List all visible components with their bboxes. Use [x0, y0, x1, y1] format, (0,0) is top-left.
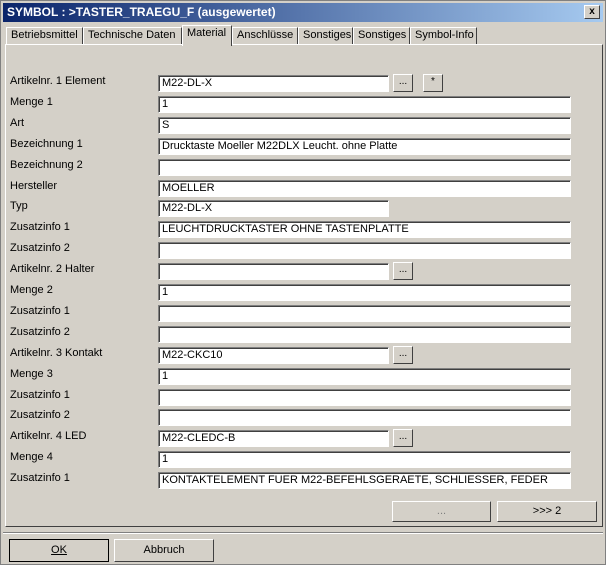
field-input[interactable]: Drucktaste Moeller M22DLX Leucht. ohne P…	[158, 138, 571, 155]
field-input[interactable]: MOELLER	[158, 180, 571, 197]
tab-sonstiges-1[interactable]: Sonstiges	[298, 27, 353, 44]
field-input[interactable]	[158, 159, 571, 176]
next-page-button[interactable]: >>> 2	[497, 501, 597, 522]
tab-sonstiges-2[interactable]: Sonstiges	[353, 27, 410, 44]
clear-button[interactable]: *	[423, 74, 443, 92]
field-input[interactable]: 1	[158, 96, 571, 113]
field-input[interactable]	[158, 326, 571, 343]
field-input[interactable]: S	[158, 117, 571, 134]
browse-button[interactable]: ...	[393, 346, 413, 364]
tab-symbol-info[interactable]: Symbol-Info	[410, 27, 477, 44]
tab-strip: Betriebsmittel Technische Daten Material…	[6, 25, 602, 46]
field-input[interactable]	[158, 305, 571, 322]
field-label: Art	[10, 117, 25, 129]
field-label: Zusatzinfo 1	[10, 305, 70, 317]
browse-button[interactable]: ...	[393, 262, 413, 280]
field-label: Zusatzinfo 2	[10, 409, 70, 421]
field-label: Typ	[10, 200, 28, 212]
field-label: Menge 1	[10, 96, 53, 108]
browse-button[interactable]: ...	[393, 74, 413, 92]
field-label: Artikelnr. 1 Element	[10, 75, 106, 87]
ok-button[interactable]: OK	[9, 539, 109, 562]
field-label: Zusatzinfo 2	[10, 326, 70, 338]
ok-button-label: OK	[51, 544, 67, 556]
field-label: Hersteller	[10, 180, 58, 192]
field-input[interactable]: 1	[158, 368, 571, 385]
field-input[interactable]	[158, 409, 571, 426]
field-input[interactable]: LEUCHTDRUCKTASTER OHNE TASTENPLATTE	[158, 221, 571, 238]
browse-button[interactable]: ...	[393, 429, 413, 447]
field-label: Zusatzinfo 1	[10, 472, 70, 484]
title-bar: SYMBOL : >TASTER_TRAEGU_F (ausgewertet) …	[3, 3, 603, 22]
field-label: Zusatzinfo 1	[10, 221, 70, 233]
field-label: Artikelnr. 2 Halter	[10, 263, 95, 275]
field-input[interactable]	[158, 263, 389, 280]
field-label: Menge 2	[10, 284, 53, 296]
field-input[interactable]: KONTAKTELEMENT FUER M22-BEFEHLSGERAETE, …	[158, 472, 571, 489]
field-input[interactable]: 1	[158, 451, 571, 468]
field-input[interactable]	[158, 389, 571, 406]
field-label: Bezeichnung 1	[10, 138, 83, 150]
field-label: Bezeichnung 2	[10, 159, 83, 171]
footer-divider	[3, 532, 603, 534]
field-label: Artikelnr. 4 LED	[10, 430, 87, 442]
close-button[interactable]: x	[584, 5, 600, 19]
field-input[interactable]	[158, 242, 571, 259]
tab-technische-daten[interactable]: Technische Daten	[83, 27, 182, 44]
field-input[interactable]: M22-DL-X	[158, 200, 389, 217]
dialog-window: SYMBOL : >TASTER_TRAEGU_F (ausgewertet) …	[0, 0, 606, 565]
cancel-button[interactable]: Abbruch	[114, 539, 214, 562]
field-input[interactable]: M22-CLEDC-B	[158, 430, 389, 447]
window-title: SYMBOL : >TASTER_TRAEGU_F (ausgewertet)	[7, 5, 276, 19]
field-input[interactable]: M22-DL-X	[158, 75, 389, 92]
field-input[interactable]: 1	[158, 284, 571, 301]
field-label: Menge 4	[10, 451, 53, 463]
field-label: Artikelnr. 3 Kontakt	[10, 347, 103, 359]
previous-page-button[interactable]: ...	[392, 501, 491, 522]
tab-anschluesse[interactable]: Anschlüsse	[232, 27, 298, 44]
tab-material[interactable]: Material	[182, 25, 232, 46]
field-label: Menge 3	[10, 368, 53, 380]
cancel-button-label: Abbruch	[143, 544, 185, 556]
tab-betriebsmittel[interactable]: Betriebsmittel	[6, 27, 83, 44]
field-label: Zusatzinfo 2	[10, 242, 70, 254]
field-input[interactable]: M22-CKC10	[158, 347, 389, 364]
field-label: Zusatzinfo 1	[10, 389, 70, 401]
